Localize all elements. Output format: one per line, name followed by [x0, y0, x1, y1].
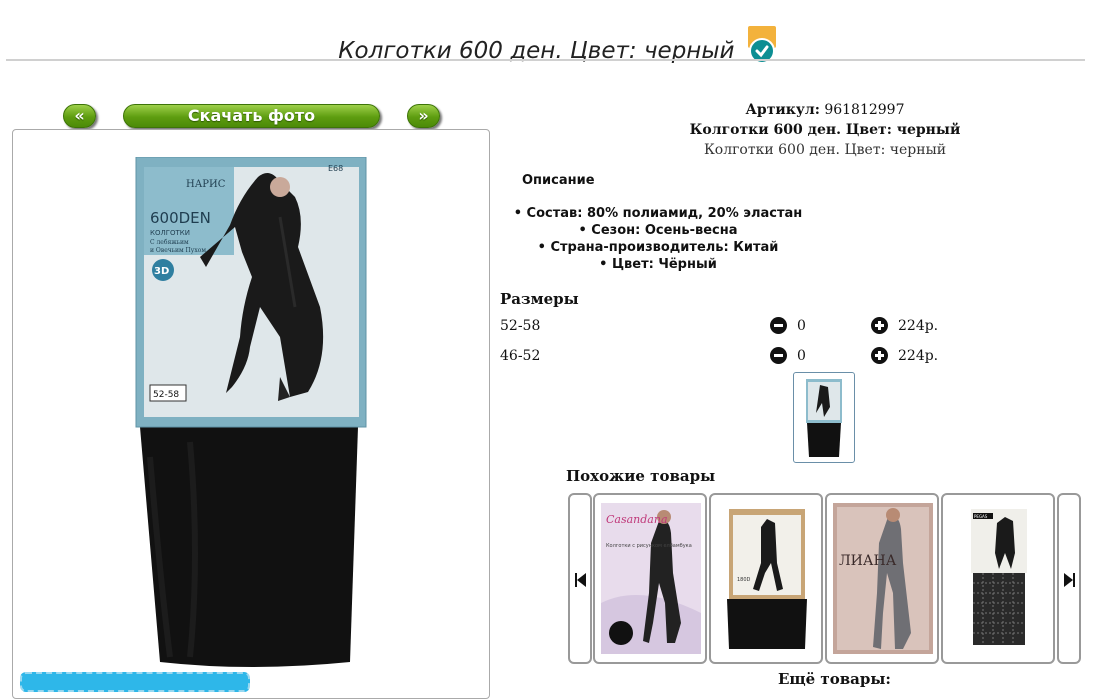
action-bar[interactable]: [20, 672, 250, 692]
similar-item-card[interactable]: PEGAS: [941, 493, 1055, 664]
similar-item-image: ЛИАНА: [833, 503, 933, 654]
similar-item-image: 180D: [727, 509, 807, 649]
price-value: 224р.: [898, 348, 939, 364]
similar-item-card[interactable]: 180D: [709, 493, 823, 664]
similar-item-image: PEGAS: [971, 509, 1027, 645]
product-photo[interactable]: НАРИС E68 600DEN КОЛГОТКИ С лебяжьим и О…: [130, 157, 370, 667]
size-label: 46-52: [500, 348, 541, 364]
price-value: 224р.: [898, 318, 939, 334]
svg-text:180D: 180D: [737, 577, 751, 583]
svg-text:3D: 3D: [154, 266, 169, 277]
carousel-next-button[interactable]: [1057, 493, 1081, 664]
article-label: Артикул:: [745, 102, 820, 118]
svg-text:PEGAS: PEGAS: [974, 514, 988, 519]
title-divider: [6, 59, 1085, 61]
plus-icon[interactable]: [871, 317, 888, 334]
description-item: • Страна-производитель: Китай: [537, 240, 779, 255]
similar-item-image: Casandana Колготки с рисунком елбамбука: [601, 503, 701, 654]
more-items-heading: Ещё товары:: [778, 670, 891, 688]
minus-icon[interactable]: [770, 317, 787, 334]
download-photo-button[interactable]: Скачать фото: [123, 104, 380, 128]
svg-text:Casandana: Casandana: [606, 513, 668, 526]
description-item: • Состав: 80% полиамид, 20% эластан: [513, 206, 803, 221]
size-label: 52-58: [500, 318, 541, 334]
svg-text:E68: E68: [328, 164, 343, 173]
skip-back-icon: [575, 573, 586, 587]
svg-text:НАРИС: НАРИС: [186, 179, 226, 190]
svg-text:и Овечьим Пухом: и Овечьим Пухом: [150, 247, 206, 254]
similar-item-card[interactable]: Casandana Колготки с рисунком елбамбука: [593, 493, 707, 664]
size-row: 52-58 0 224р.: [500, 315, 1000, 337]
plus-icon[interactable]: [871, 347, 888, 364]
next-photo-button[interactable]: »: [407, 104, 440, 128]
svg-text:600DEN: 600DEN: [150, 209, 211, 227]
quantity-value: 0: [797, 348, 806, 364]
similar-heading: Похожие товары: [566, 467, 716, 485]
carousel-prev-button[interactable]: [568, 493, 592, 664]
description-heading: Описание: [522, 173, 595, 188]
quantity-value: 0: [797, 318, 806, 334]
description-item: • Сезон: Осень-весна: [578, 223, 738, 238]
article-line: Артикул: 961812997: [610, 100, 1040, 120]
svg-text:Колготки с рисунком елбамбука: Колготки с рисунком елбамбука: [606, 543, 692, 549]
description-item: • Цвет: Чёрный: [599, 257, 717, 272]
sizes-heading: Размеры: [500, 290, 579, 308]
similar-item-card[interactable]: ЛИАНА: [825, 493, 939, 664]
svg-text:52-58: 52-58: [153, 390, 179, 400]
minus-icon[interactable]: [770, 347, 787, 364]
product-name: Колготки 600 ден. Цвет: черный: [703, 142, 947, 158]
skip-forward-icon: [1064, 573, 1075, 587]
article-value: 961812997: [824, 102, 905, 118]
main-photo-frame: НАРИС E68 600DEN КОЛГОТКИ С лебяжьим и О…: [12, 129, 490, 699]
svg-text:С лебяжьим: С лебяжьим: [150, 239, 189, 246]
product-name-bold: Колготки 600 ден. Цвет: черный: [689, 122, 961, 138]
svg-text:КОЛГОТКИ: КОЛГОТКИ: [150, 229, 190, 237]
svg-text:ЛИАНА: ЛИАНА: [839, 553, 897, 569]
size-row: 46-52 0 224р.: [500, 345, 1000, 367]
prev-photo-button[interactable]: «: [63, 104, 96, 128]
photo-thumbnail[interactable]: [793, 372, 855, 463]
